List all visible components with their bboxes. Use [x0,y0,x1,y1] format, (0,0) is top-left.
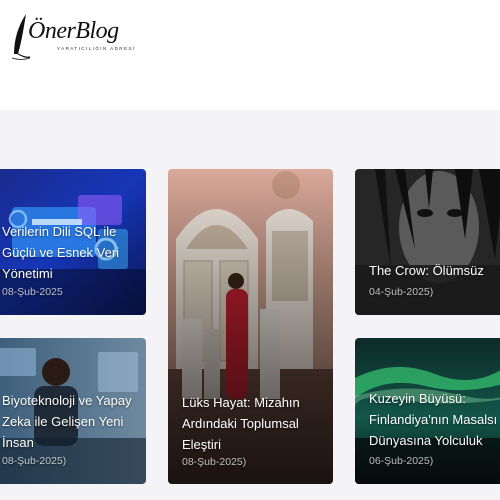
brand-name[interactable]: ÖnerBlog [28,18,119,45]
post-card-the-crow[interactable]: The Crow: Ölümsüz 04-Şub-2025) [355,169,500,315]
post-title[interactable]: Lüks Hayat: Mizahın Ardındaki Toplumsal … [182,392,322,455]
post-title[interactable]: Kuzeyin Büyüsü: Finlandiya'nın Masalsı D… [369,388,500,451]
post-date: 08-Şub-2025) [2,455,67,467]
post-title[interactable]: The Crow: Ölümsüz [369,260,500,281]
brand-tagline: YARATICILIĞIN ADRESİ [57,46,136,51]
post-date: 08-Şub-2025) [182,456,247,468]
post-title[interactable]: Verilerin Dili SQL ile Güçlü ve Esnek Ve… [2,221,132,284]
post-card-kuzeyin-buyusu[interactable]: Kuzeyin Büyüsü: Finlandiya'nın Masalsı D… [355,338,500,484]
post-card-biyoteknoloji[interactable]: Biyoteknoloji ve Yapay Zeka ile Gelişen … [0,338,146,484]
post-date: 06-Şub-2025) [369,455,434,467]
post-grid: Verilerin Dili SQL ile Güçlü ve Esnek Ve… [0,110,500,500]
site-header: ÖnerBlog YARATICILIĞIN ADRESİ [0,0,500,110]
post-title[interactable]: Biyoteknoloji ve Yapay Zeka ile Gelişen … [2,390,132,453]
post-date: 04-Şub-2025) [369,286,434,298]
post-card-luks-hayat[interactable]: Lüks Hayat: Mizahın Ardındaki Toplumsal … [168,169,333,484]
post-card-sql[interactable]: Verilerin Dili SQL ile Güçlü ve Esnek Ve… [0,169,146,315]
post-date: 08-Şub-2025 [2,286,63,298]
